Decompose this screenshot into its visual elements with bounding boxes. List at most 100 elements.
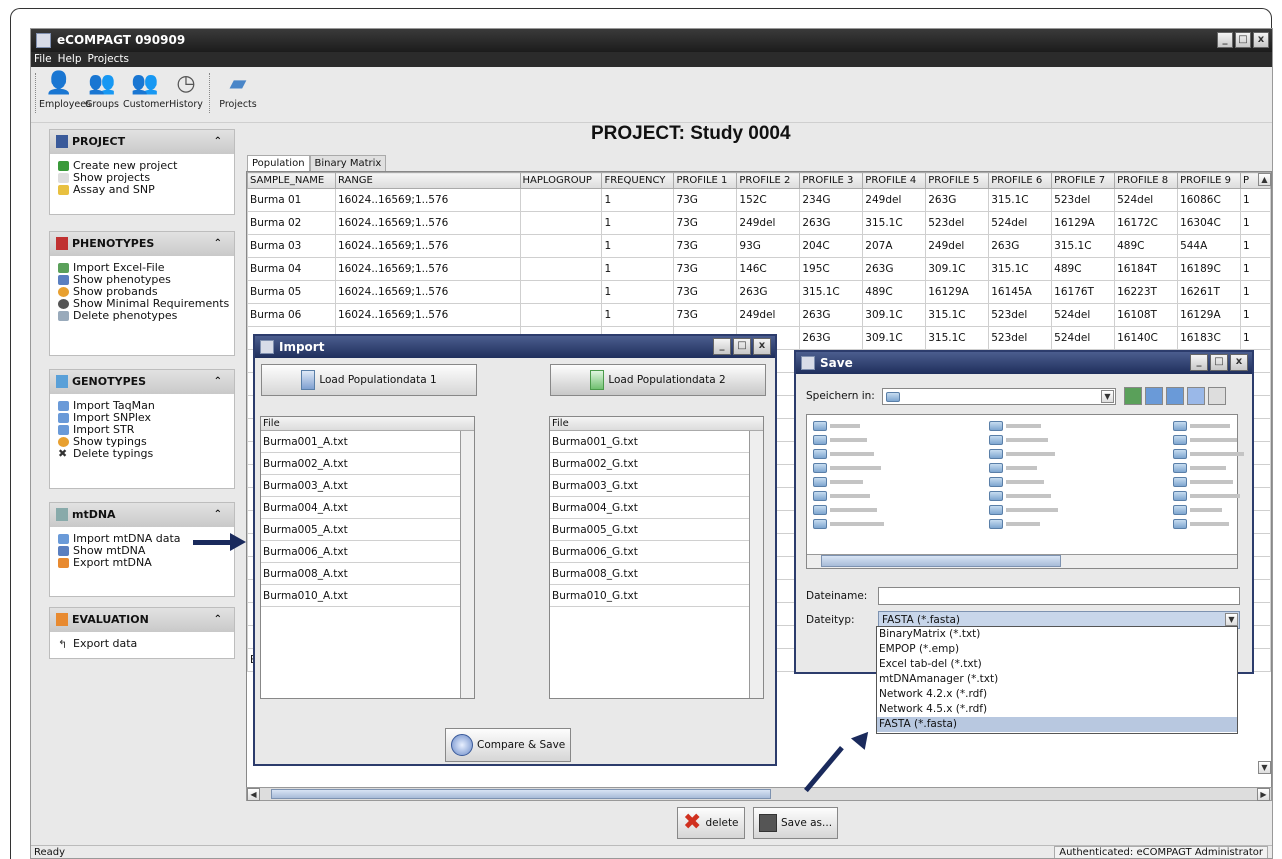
column-header[interactable]: SAMPLE_NAME xyxy=(247,172,336,189)
new-folder-icon[interactable] xyxy=(1166,387,1184,405)
column-header[interactable]: PROFILE 3 xyxy=(799,172,864,189)
tab-population[interactable]: Population xyxy=(247,155,310,171)
load-population-1-button[interactable]: Load Populationdata 1 xyxy=(261,364,477,396)
minimize-button[interactable]: _ xyxy=(1217,32,1233,48)
menu-file[interactable]: File xyxy=(34,52,52,67)
collapse-icon[interactable]: ⌃ xyxy=(214,370,222,394)
filetype-option[interactable]: BinaryMatrix (*.txt) xyxy=(877,627,1237,642)
maximize-button[interactable]: □ xyxy=(733,338,751,355)
folder-item[interactable] xyxy=(813,477,863,487)
table-row[interactable]: Burma 05 16024..16569;1..576 1 73G 263G 315.1… xyxy=(247,280,1271,304)
column-header[interactable]: PROFILE 7 xyxy=(1051,172,1116,189)
filetype-option[interactable]: Network 4.2.x (*.rdf) xyxy=(877,687,1237,702)
list-item[interactable]: Burma010_A.txt xyxy=(261,585,474,607)
project-panel-header[interactable]: PROJECT ⌃ xyxy=(50,130,234,154)
column-header[interactable]: PROFILE 4 xyxy=(862,172,927,189)
column-header[interactable]: PROFILE 9 xyxy=(1177,172,1242,189)
folder-item[interactable] xyxy=(813,463,881,473)
delete-typings-link[interactable]: ✖ Delete typings xyxy=(58,448,228,460)
vertical-scrollbar[interactable] xyxy=(460,431,474,698)
column-header[interactable]: FREQUENCY xyxy=(601,172,675,189)
list-item[interactable]: Burma004_G.txt xyxy=(550,497,763,519)
mtdna-panel-header[interactable]: mtDNA ⌃ xyxy=(50,503,234,527)
filename-input[interactable] xyxy=(878,587,1240,605)
horizontal-scroll-thumb[interactable] xyxy=(271,789,771,799)
list-view-icon[interactable] xyxy=(1187,387,1205,405)
table-row[interactable]: Burma 03 16024..16569;1..576 1 73G 93G 204C 20… xyxy=(247,234,1271,258)
folder-item[interactable] xyxy=(1173,477,1233,487)
column-header[interactable]: RANGE xyxy=(334,172,521,189)
list-item[interactable]: Burma002_A.txt xyxy=(261,453,474,475)
list-item[interactable]: Burma001_A.txt xyxy=(261,431,474,453)
delete-phenotypes-link[interactable]: Delete phenotypes xyxy=(58,310,228,322)
folder-item[interactable] xyxy=(989,519,1040,529)
look-in-select[interactable]: ▼ xyxy=(882,388,1116,405)
folder-item[interactable] xyxy=(989,421,1041,431)
menu-help[interactable]: Help xyxy=(58,52,82,67)
scroll-down-arrow[interactable]: ▼ xyxy=(1258,761,1271,774)
save-as-button[interactable]: Save as... xyxy=(753,807,839,839)
load-population-2-button[interactable]: Load Populationdata 2 xyxy=(550,364,766,396)
folder-item[interactable] xyxy=(813,519,884,529)
file-list-1[interactable]: File Burma001_A.txt Burma002_A.txt Burma00… xyxy=(260,416,475,699)
customer-button[interactable]: 👥 Customer xyxy=(123,71,169,110)
up-folder-icon[interactable] xyxy=(1124,387,1142,405)
filetype-option[interactable]: Network 4.5.x (*.rdf) xyxy=(877,702,1237,717)
list-item[interactable]: Burma008_G.txt xyxy=(550,563,763,585)
column-header[interactable]: PROFILE 6 xyxy=(988,172,1053,189)
folder-item[interactable] xyxy=(989,435,1048,445)
list-item[interactable]: Burma008_A.txt xyxy=(261,563,474,585)
collapse-icon[interactable]: ⌃ xyxy=(214,232,222,256)
chevron-down-icon[interactable]: ▼ xyxy=(1101,390,1114,403)
folder-item[interactable] xyxy=(1173,505,1222,515)
filetype-option[interactable]: EMPOP (*.emp) xyxy=(877,642,1237,657)
scroll-up-arrow[interactable]: ▲ xyxy=(1258,173,1271,186)
folder-item[interactable] xyxy=(1173,491,1240,501)
list-item[interactable]: Burma005_A.txt xyxy=(261,519,474,541)
chevron-down-icon[interactable]: ▼ xyxy=(1225,613,1238,626)
horizontal-scroll-thumb[interactable] xyxy=(821,555,1061,567)
list-item[interactable]: Burma005_G.txt xyxy=(550,519,763,541)
menu-projects[interactable]: Projects xyxy=(88,52,129,67)
folder-item[interactable] xyxy=(813,435,867,445)
scroll-left-arrow[interactable]: ◀ xyxy=(247,788,260,801)
collapse-icon[interactable]: ⌃ xyxy=(214,503,222,527)
scroll-right-arrow[interactable]: ▶ xyxy=(1257,788,1270,801)
compare-save-button[interactable]: Compare & Save xyxy=(445,728,572,762)
folder-item[interactable] xyxy=(813,491,870,501)
folder-item[interactable] xyxy=(989,449,1055,459)
groups-button[interactable]: 👥 Groups xyxy=(85,71,119,110)
list-item[interactable]: Burma003_G.txt xyxy=(550,475,763,497)
phenotypes-panel-header[interactable]: PHENOTYPES ⌃ xyxy=(50,232,234,256)
folder-item[interactable] xyxy=(989,491,1051,501)
close-button[interactable]: x xyxy=(753,338,771,355)
minimize-button[interactable]: _ xyxy=(1190,354,1208,371)
list-item[interactable]: Burma010_G.txt xyxy=(550,585,763,607)
folder-item[interactable] xyxy=(989,463,1037,473)
assay-snp-link[interactable]: Assay and SNP xyxy=(58,184,228,196)
list-item[interactable]: Burma002_G.txt xyxy=(550,453,763,475)
folder-item[interactable] xyxy=(1173,449,1244,459)
export-data-link[interactable]: ↰ Export data xyxy=(58,638,228,651)
folder-item[interactable] xyxy=(1173,435,1237,445)
column-header[interactable]: PROFILE 1 xyxy=(673,172,738,189)
list-item[interactable]: Burma006_G.txt xyxy=(550,541,763,563)
folder-item[interactable] xyxy=(989,477,1044,487)
column-header[interactable]: HAPLOGROUP xyxy=(519,172,603,189)
genotypes-panel-header[interactable]: GENOTYPES ⌃ xyxy=(50,370,234,394)
history-button[interactable]: ◷ History xyxy=(169,71,203,110)
delete-button[interactable]: ✖ delete xyxy=(677,807,745,839)
list-item[interactable]: Burma004_A.txt xyxy=(261,497,474,519)
vertical-scrollbar[interactable] xyxy=(749,431,763,698)
column-header[interactable]: PROFILE 8 xyxy=(1114,172,1179,189)
projects-button[interactable]: ▰ Projects xyxy=(217,71,259,110)
file-list-2[interactable]: File Burma001_G.txt Burma002_G.txt Burma00… xyxy=(549,416,764,699)
table-row[interactable]: Burma 06 16024..16569;1..576 1 73G 249del 263… xyxy=(247,303,1271,327)
filetype-option[interactable]: mtDNAmanager (*.txt) xyxy=(877,672,1237,687)
folder-item[interactable] xyxy=(1173,421,1230,431)
collapse-icon[interactable]: ⌃ xyxy=(214,608,222,632)
minimize-button[interactable]: _ xyxy=(713,338,731,355)
list-item[interactable]: Burma006_A.txt xyxy=(261,541,474,563)
table-row[interactable]: Burma 04 16024..16569;1..576 1 73G 146C 195C 2… xyxy=(247,257,1271,281)
filetype-option[interactable]: Excel tab-del (*.txt) xyxy=(877,657,1237,672)
